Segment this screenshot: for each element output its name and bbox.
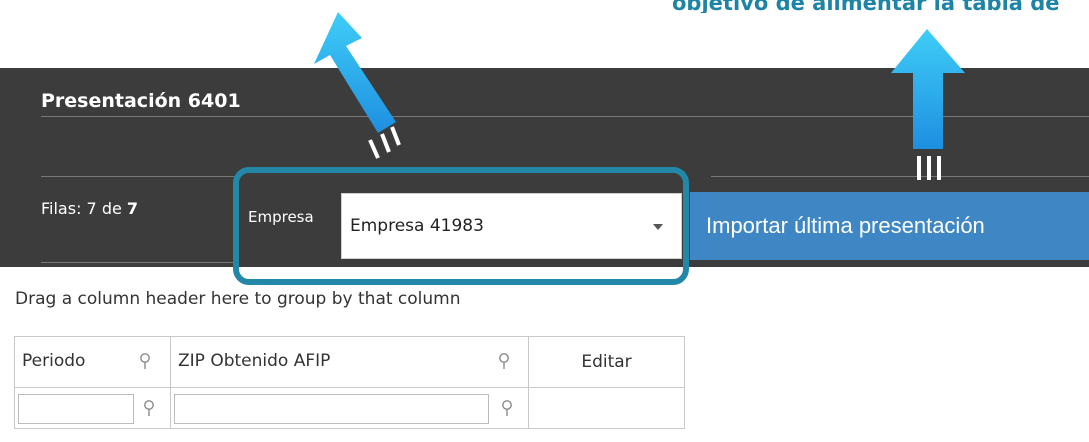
- arrow-up-icon: [891, 29, 965, 180]
- pin-icon[interactable]: [143, 400, 155, 417]
- column-header-label: Editar: [581, 352, 632, 372]
- filter-cell-periodo: [14, 387, 171, 429]
- rows-prefix: Filas: 7 de: [41, 199, 122, 218]
- grid-header-row: Periodo ZIP Obtenido AFIP Editar: [14, 336, 685, 388]
- pin-icon[interactable]: [498, 353, 510, 370]
- rows-total: 7: [126, 199, 139, 218]
- import-last-presentation-button[interactable]: Importar última presentación: [690, 192, 1089, 260]
- column-header-label: Periodo: [22, 351, 86, 371]
- caption-text: objetivo de alimentar la tabla de: [672, 0, 1060, 13]
- filter-input-zip[interactable]: [174, 394, 489, 424]
- filter-input-periodo[interactable]: [18, 394, 134, 424]
- divider: [41, 176, 236, 177]
- page-title: Presentación 6401: [41, 90, 241, 112]
- column-header-zip[interactable]: ZIP Obtenido AFIP: [170, 336, 529, 388]
- pin-icon[interactable]: [139, 353, 151, 370]
- column-header-editar[interactable]: Editar: [528, 336, 685, 388]
- column-header-label: ZIP Obtenido AFIP: [178, 351, 331, 371]
- filter-cell-zip: [170, 387, 529, 429]
- highlight-frame: [233, 167, 689, 285]
- data-grid: Periodo ZIP Obtenido AFIP Editar: [14, 336, 685, 429]
- filter-cell-editar: [528, 387, 685, 429]
- rows-count: Filas: 7 de 7: [41, 199, 138, 218]
- column-header-periodo[interactable]: Periodo: [14, 336, 171, 388]
- group-by-hint[interactable]: Drag a column header here to group by th…: [15, 289, 461, 309]
- divider: [41, 262, 236, 263]
- arrow-up-icon: [314, 12, 401, 159]
- grid-filter-row: [14, 387, 685, 429]
- pin-icon[interactable]: [501, 400, 513, 417]
